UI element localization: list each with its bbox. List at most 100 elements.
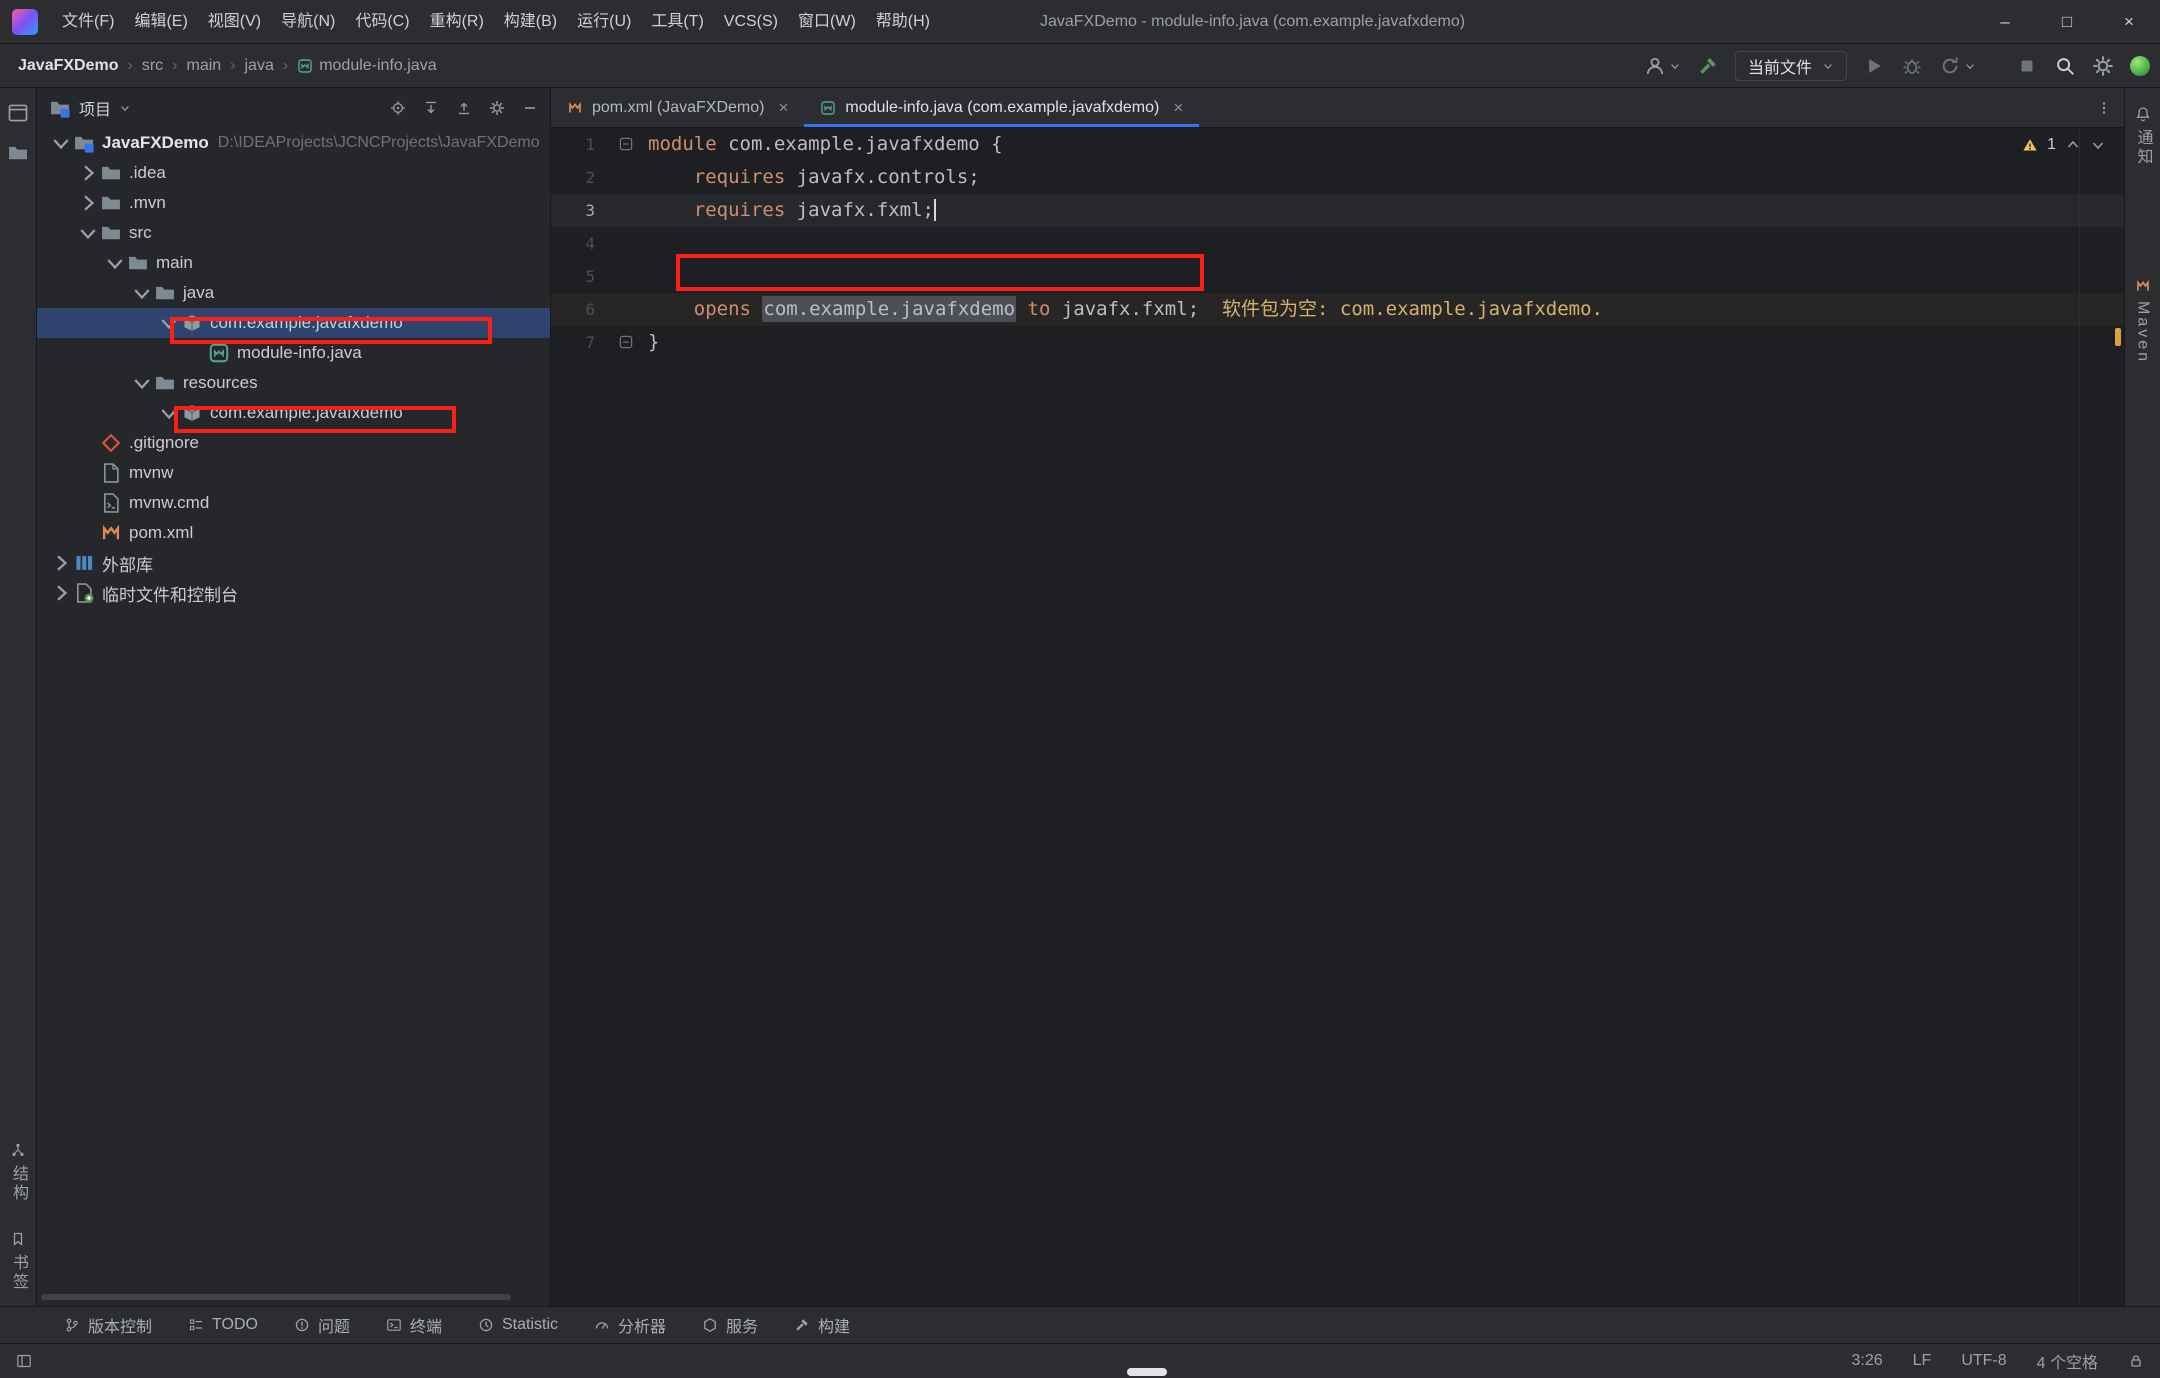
menu-item[interactable]: 文件(F) (52, 0, 124, 44)
chevron-right-icon[interactable] (76, 191, 100, 215)
code-line[interactable]: 6 opens com.example.javafxdemo to javafx… (551, 293, 2124, 326)
chevron-down-icon[interactable] (103, 251, 127, 275)
expand-all-icon[interactable] (423, 100, 439, 116)
code-line[interactable]: 5 (551, 260, 2124, 293)
commit-tool-window-icon[interactable] (7, 142, 29, 164)
code-line[interactable]: 4 (551, 227, 2124, 260)
tree-row[interactable]: mvnw (37, 458, 550, 488)
project-tool-window-icon[interactable] (7, 102, 29, 124)
chevron-down-icon[interactable] (157, 401, 181, 425)
editor-tab[interactable]: module-info.java (com.example.javafxdemo… (804, 88, 1199, 127)
tree-row[interactable]: main (37, 248, 550, 278)
menu-item[interactable]: VCS(S) (714, 0, 788, 44)
run-configuration-selector[interactable]: 当前文件 (1735, 51, 1847, 81)
horizontal-scrollbar[interactable] (41, 1294, 511, 1300)
tree-row[interactable]: mvnw.cmd (37, 488, 550, 518)
tool-window-button-bookmark[interactable]: 书签 (6, 1231, 30, 1292)
tool-window-button-terminal[interactable]: 终端 (386, 1313, 442, 1337)
editor-tab[interactable]: pom.xml (JavaFXDemo)× (551, 88, 804, 127)
panel-settings-gear-icon[interactable] (489, 100, 505, 116)
menu-item[interactable]: 重构(R) (420, 0, 494, 44)
tool-window-button-problems[interactable]: 问题 (294, 1313, 350, 1337)
menu-item[interactable]: 编辑(E) (124, 0, 197, 44)
next-problem-icon[interactable] (2090, 137, 2106, 153)
locate-file-icon[interactable] (390, 100, 406, 116)
tab-options-icon[interactable] (2096, 100, 2112, 116)
tool-window-button-branch[interactable]: 版本控制 (64, 1313, 152, 1337)
code-line[interactable]: 7} (551, 326, 2124, 359)
fold-marker-icon[interactable] (617, 333, 635, 351)
user-account-icon[interactable] (1644, 55, 1681, 77)
menu-item[interactable]: 帮助(H) (866, 0, 940, 44)
tool-window-button-hexagon[interactable]: 服务 (702, 1313, 758, 1337)
minimize-button[interactable]: – (1974, 0, 2036, 44)
chevron-right-icon[interactable] (76, 161, 100, 185)
tree-row[interactable]: JavaFXDemoD:\IDEAProjects\JCNCProjects\J… (37, 128, 550, 158)
tree-row[interactable]: 外部库 (37, 548, 550, 578)
tab-close-icon[interactable]: × (778, 98, 788, 118)
fold-marker-icon[interactable] (617, 135, 635, 153)
tree-row[interactable]: resources (37, 368, 550, 398)
menu-item[interactable]: 窗口(W) (788, 0, 866, 44)
status-item[interactable]: LF (1913, 1352, 1932, 1370)
status-item[interactable]: 4 个空格 (2037, 1349, 2098, 1373)
plugin-status-icon[interactable] (2130, 56, 2150, 76)
tree-row[interactable]: .idea (37, 158, 550, 188)
previous-problem-icon[interactable] (2065, 137, 2081, 153)
menu-item[interactable]: 构建(B) (494, 0, 567, 44)
tree-row[interactable]: com.example.javafxdemo (37, 308, 550, 338)
tree-row[interactable]: java (37, 278, 550, 308)
chevron-right-icon[interactable] (49, 551, 73, 575)
tree-row[interactable]: 临时文件和控制台 (37, 578, 550, 608)
tool-window-button-todo[interactable]: TODO (188, 1316, 258, 1334)
chevron-down-icon[interactable] (157, 311, 181, 335)
collapse-all-icon[interactable] (456, 100, 472, 116)
tool-window-button-bell[interactable]: 通知 (2125, 106, 2160, 167)
tree-row[interactable]: .mvn (37, 188, 550, 218)
search-everywhere-icon[interactable] (2054, 55, 2076, 77)
hide-panel-icon[interactable] (522, 100, 538, 116)
run-icon[interactable] (1863, 55, 1885, 77)
breadcrumb-item[interactable]: JavaFXDemo (18, 57, 119, 75)
chevron-right-icon[interactable] (49, 581, 73, 605)
tool-window-button-clock[interactable]: Statistic (478, 1316, 558, 1334)
tree-row[interactable]: src (37, 218, 550, 248)
build-project-icon[interactable] (1697, 55, 1719, 77)
tree-row[interactable]: com.example.javafxdemo (37, 398, 550, 428)
run-with-profiler-icon[interactable] (1939, 55, 1976, 77)
tool-window-button-gauge[interactable]: 分析器 (594, 1313, 666, 1337)
status-item[interactable]: 3:26 (1852, 1352, 1883, 1370)
breadcrumb-item[interactable]: main (186, 57, 221, 75)
status-item[interactable]: UTF-8 (1961, 1352, 2006, 1370)
stop-icon[interactable] (2016, 55, 2038, 77)
close-button[interactable]: × (2098, 0, 2160, 44)
tree-row[interactable]: pom.xml (37, 518, 550, 548)
tool-window-button-structure[interactable]: 结构 (6, 1142, 30, 1203)
code-editor[interactable]: 1module com.example.javafxdemo {2 requir… (551, 128, 2124, 1306)
breadcrumb-item[interactable]: java (245, 57, 274, 75)
inspection-widget[interactable]: 1 (2022, 136, 2106, 154)
debug-icon[interactable] (1901, 55, 1923, 77)
menu-item[interactable]: 工具(T) (641, 0, 713, 44)
scrollbar-warning-stripe[interactable] (2115, 328, 2121, 346)
tree-row[interactable]: module-info.java (37, 338, 550, 368)
menu-item[interactable]: 代码(C) (345, 0, 419, 44)
breadcrumb-item[interactable]: module-info.java (297, 57, 436, 75)
menu-item[interactable]: 视图(V) (198, 0, 271, 44)
code-line[interactable]: 2 requires javafx.controls; (551, 161, 2124, 194)
maximize-button[interactable]: □ (2036, 0, 2098, 44)
breadcrumb-item[interactable]: src (142, 57, 163, 75)
chevron-down-icon[interactable] (49, 131, 73, 155)
menu-item[interactable]: 运行(U) (567, 0, 641, 44)
tool-window-layout-icon[interactable] (16, 1353, 32, 1369)
chevron-down-icon[interactable] (76, 221, 100, 245)
tree-row[interactable]: .gitignore (37, 428, 550, 458)
code-line[interactable]: 3 requires javafx.fxml; (551, 194, 2124, 227)
tab-close-icon[interactable]: × (1173, 98, 1183, 118)
settings-gear-icon[interactable] (2092, 55, 2114, 77)
tool-window-button-hammer[interactable]: 构建 (794, 1313, 850, 1337)
chevron-down-icon[interactable] (130, 281, 154, 305)
code-line[interactable]: 1module com.example.javafxdemo { (551, 128, 2124, 161)
tool-window-button-maven[interactable]: Maven (2125, 278, 2160, 364)
project-panel-title[interactable]: 项目 (79, 96, 111, 120)
